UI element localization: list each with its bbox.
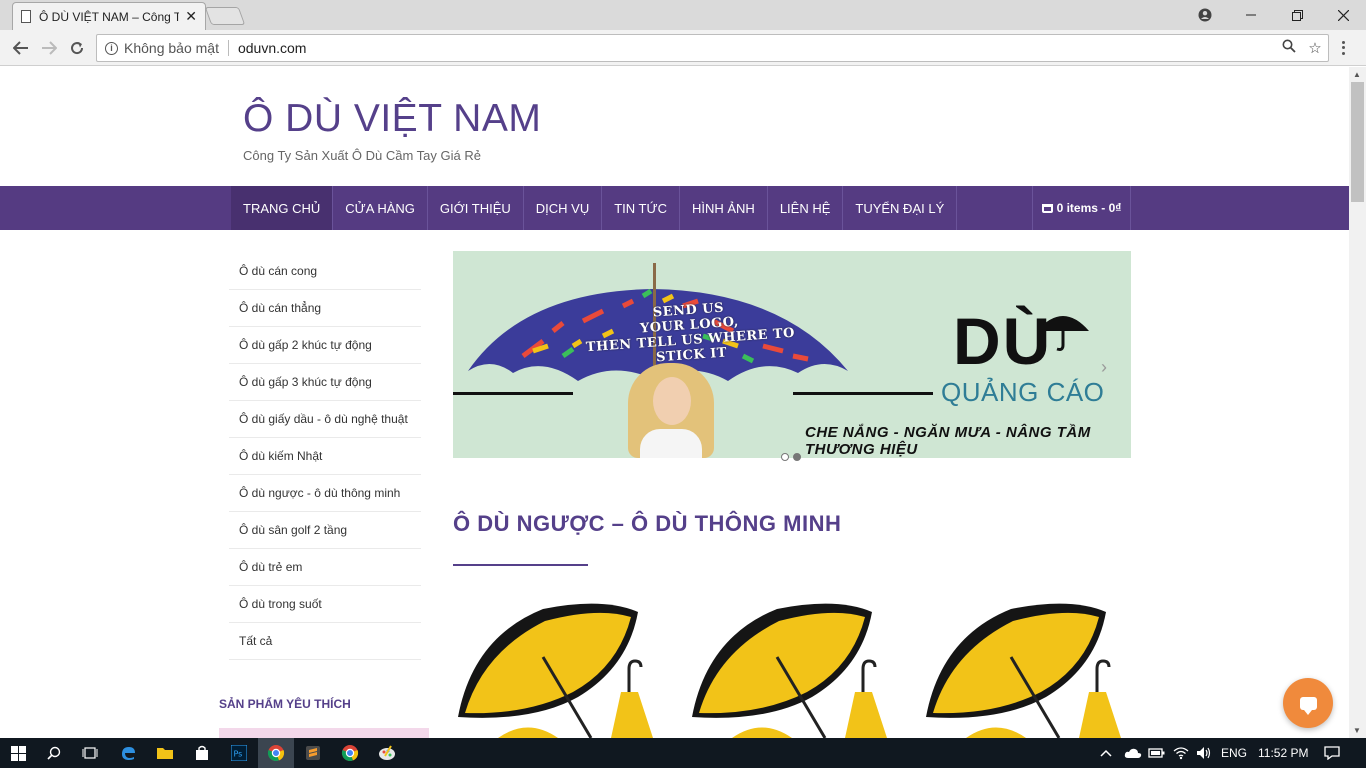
clock[interactable]: 11:52 PM: [1258, 738, 1308, 768]
sidebar-category[interactable]: Ô dù giấy dầu - ô dù nghệ thuật: [229, 401, 421, 438]
forward-button[interactable]: [37, 36, 61, 60]
sidebar-category[interactable]: Ô dù sân golf 2 tầng: [229, 512, 421, 549]
tray-chevron-icon[interactable]: [1100, 738, 1112, 768]
web-page: Ô DÙ VIỆT NAM Công Ty Sản Xuất Ô Dù Cầm …: [0, 67, 1349, 738]
sidebar-category[interactable]: Ô dù kiếm Nhật: [229, 438, 421, 475]
browser-tab[interactable]: Ô DÙ VIỆT NAM – Công Ty ✕: [12, 2, 206, 30]
reload-button[interactable]: [65, 36, 89, 60]
product-image: [692, 603, 887, 738]
svg-text:Ps: Ps: [234, 750, 243, 759]
scroll-up-icon[interactable]: ▲: [1353, 70, 1361, 79]
tab-title: Ô DÙ VIỆT NAM – Công Ty: [39, 9, 180, 24]
sidebar-category[interactable]: Ô dù trẻ em: [229, 549, 421, 586]
product-image: [458, 603, 653, 738]
sidebar-category[interactable]: Ô dù cán cong: [229, 253, 421, 290]
banner-tagline: CHE NẮNG - NGĂN MƯA - NÂNG TẦM THƯƠNG HI…: [805, 424, 1091, 458]
photoshop-icon[interactable]: Ps: [221, 738, 257, 768]
onedrive-icon[interactable]: [1124, 738, 1142, 768]
nav-item-dealers[interactable]: TUYỂN ĐẠI LÝ: [843, 186, 958, 230]
umbrella-logo-icon: [1037, 316, 1089, 351]
edge-icon[interactable]: [110, 738, 146, 768]
chrome-icon[interactable]: [332, 738, 368, 768]
close-window-button[interactable]: [1320, 0, 1366, 30]
security-label: Không bảo mật: [124, 40, 219, 56]
document-icon: [21, 10, 31, 23]
paint-icon[interactable]: [369, 738, 405, 768]
nav-item-about[interactable]: GIỚI THIỆU: [428, 186, 524, 230]
chat-widget-button[interactable]: [1283, 678, 1333, 728]
product-card[interactable]: [921, 597, 1131, 738]
sidebar-category[interactable]: Tất cả: [229, 623, 421, 660]
file-explorer-icon[interactable]: [147, 738, 183, 768]
site-tagline: Công Ty Sản Xuất Ô Dù Cầm Tay Giá Rẻ: [243, 148, 481, 163]
slider-dot[interactable]: [781, 453, 789, 461]
battery-icon[interactable]: [1148, 738, 1166, 768]
product-card[interactable]: [687, 597, 897, 738]
cart-button[interactable]: 0 items - 0₫: [1032, 186, 1131, 230]
main-navigation: TRANG CHỦ CỬA HÀNG GIỚI THIỆU DỊCH VỤ TI…: [0, 186, 1349, 230]
slider-dot-active[interactable]: [793, 453, 801, 461]
sidebar-category[interactable]: Ô dù ngược - ô dù thông minh: [229, 475, 421, 512]
site-title[interactable]: Ô DÙ VIỆT NAM: [243, 97, 541, 141]
scroll-down-icon[interactable]: ▼: [1353, 726, 1361, 735]
nav-item-home[interactable]: TRANG CHỦ: [231, 186, 334, 230]
windows-taskbar: Ps ENG 11:52 PM: [0, 738, 1366, 768]
store-icon[interactable]: [184, 738, 220, 768]
product-image: [926, 603, 1121, 738]
slider-dots: [781, 453, 801, 461]
category-sidebar: Ô dù cán cong Ô dù cán thẳng Ô dù gấp 2 …: [229, 253, 421, 660]
notifications-icon[interactable]: [1324, 738, 1340, 768]
start-button[interactable]: [0, 738, 36, 768]
favorites-widget: [219, 728, 429, 738]
nav-item-services[interactable]: DỊCH VỤ: [524, 186, 603, 230]
info-icon[interactable]: i: [105, 41, 118, 55]
new-tab-button[interactable]: [204, 7, 246, 25]
browser-menu-icon[interactable]: [1336, 37, 1350, 59]
sidebar-category[interactable]: Ô dù cán thẳng: [229, 290, 421, 327]
url-text[interactable]: oduvn.com: [238, 40, 1276, 56]
language-indicator[interactable]: ENG: [1221, 738, 1247, 768]
section-title[interactable]: Ô DÙ NGƯỢC – Ô DÙ THÔNG MINH: [453, 511, 841, 537]
banner-subtitle: QUẢNG CÁO: [941, 377, 1105, 407]
search-icon[interactable]: [36, 738, 72, 768]
scrollbar-thumb[interactable]: [1351, 82, 1364, 202]
address-bar[interactable]: i Không bảo mật oduvn.com ☆: [96, 34, 1329, 62]
tab-close-icon[interactable]: ✕: [185, 8, 197, 25]
minimize-button[interactable]: [1228, 0, 1274, 30]
zoom-icon[interactable]: [1276, 39, 1302, 57]
nav-item-gallery[interactable]: HÌNH ẢNH: [680, 186, 768, 230]
tab-strip: Ô DÙ VIỆT NAM – Công Ty ✕: [0, 0, 1366, 30]
chat-icon: [1299, 696, 1317, 715]
page-scrollbar[interactable]: ▲ ▼: [1349, 67, 1366, 738]
cart-label: 0 items - 0₫: [1056, 201, 1122, 215]
product-card[interactable]: [453, 597, 663, 738]
sidebar-category[interactable]: Ô dù trong suốt: [229, 586, 421, 623]
sublime-text-icon[interactable]: [295, 738, 331, 768]
cart-icon: [1041, 203, 1053, 213]
sidebar-category[interactable]: Ô dù gấp 3 khúc tự động: [229, 364, 421, 401]
hero-slider[interactable]: SEND US YOUR LOGO, THEN TELL US WHERE TO…: [453, 251, 1131, 458]
bookmark-star-icon[interactable]: ☆: [1302, 39, 1328, 57]
wifi-icon[interactable]: [1173, 738, 1189, 768]
sidebar-category[interactable]: Ô dù gấp 2 khúc tự động: [229, 327, 421, 364]
chrome-taskbar-icon[interactable]: [258, 738, 294, 768]
back-button[interactable]: [9, 36, 33, 60]
section-underline: [453, 564, 588, 566]
nav-item-contact[interactable]: LIÊN HỆ: [768, 186, 844, 230]
favorites-heading: SẢN PHẨM YÊU THÍCH: [219, 697, 351, 711]
restore-button[interactable]: [1274, 0, 1320, 30]
divider: [227, 40, 229, 56]
profile-icon[interactable]: [1182, 0, 1228, 30]
browser-toolbar: i Không bảo mật oduvn.com ☆: [0, 30, 1366, 66]
model-photo: [628, 363, 714, 458]
task-view-icon[interactable]: [72, 738, 108, 768]
nav-item-news[interactable]: TIN TỨC: [602, 186, 680, 230]
nav-item-shop[interactable]: CỬA HÀNG: [333, 186, 428, 230]
slider-next-icon[interactable]: ›: [1101, 357, 1107, 378]
windows-logo-icon: [10, 745, 26, 761]
volume-icon[interactable]: [1196, 738, 1212, 768]
